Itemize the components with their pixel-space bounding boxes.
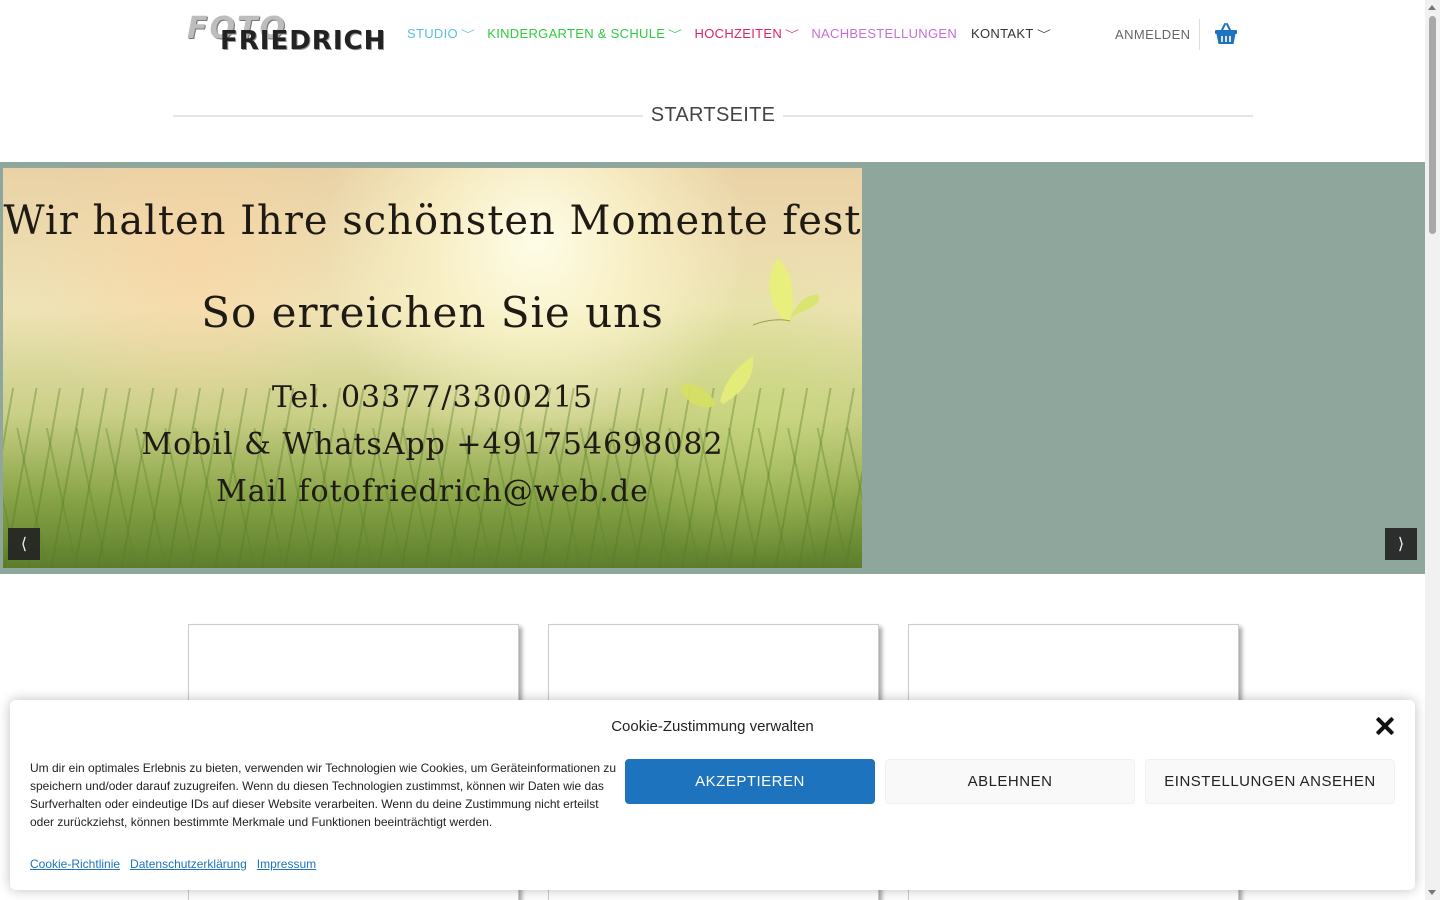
scrollbar-thumb[interactable]	[1429, 16, 1436, 234]
nav-label: KONTAKT	[971, 26, 1034, 41]
slide-mail: Mail fotofriedrich@web.de	[216, 474, 649, 509]
scroll-up-icon[interactable]	[1428, 5, 1436, 10]
cookie-policy-link[interactable]: Cookie-Richtlinie	[30, 857, 120, 871]
logo-line-2: FRIEDRICH	[220, 26, 387, 56]
nav-item-studio[interactable]: STUDIO ﹀	[407, 26, 476, 41]
title-divider-right	[783, 115, 1253, 117]
site-logo[interactable]: FOTO FRIEDRICH	[187, 14, 385, 56]
deny-button[interactable]: ABLEHNEN	[885, 759, 1135, 804]
site-header: FOTO FRIEDRICH STUDIO ﹀ KINDERGARTEN & S…	[0, 0, 1425, 70]
page-scrollbar[interactable]	[1425, 0, 1440, 900]
page: FOTO FRIEDRICH STUDIO ﹀ KINDERGARTEN & S…	[0, 0, 1440, 900]
chevron-down-icon: ﹀	[460, 30, 476, 41]
slide-image: Wir halten Ihre schönsten Momente fest S…	[3, 168, 862, 568]
chevron-right-icon: ⟩	[1397, 536, 1405, 553]
slide-phone: Tel. 03377/3300215	[271, 380, 594, 415]
slide-mobile: Mobil & WhatsApp +491754698082	[141, 427, 724, 462]
cart-button[interactable]	[1214, 22, 1238, 46]
nav-item-nachbestellungen[interactable]: NACHBESTELLUNGEN	[811, 26, 957, 41]
nav-label: STUDIO	[407, 26, 458, 41]
cookie-consent-dialog: Cookie-Zustimmung verwalten Um dir ein o…	[10, 700, 1415, 890]
chevron-down-icon: ﹀	[1036, 30, 1051, 41]
chevron-down-icon: ﹀	[668, 30, 683, 41]
accept-button[interactable]: AKZEPTIEREN	[625, 759, 875, 804]
header-divider	[1199, 19, 1200, 50]
nav-label: KINDERGARTEN & SCHULE	[487, 26, 666, 41]
hero-slider: Wir halten Ihre schönsten Momente fest S…	[0, 162, 1425, 574]
close-icon[interactable]	[1374, 715, 1396, 737]
nav-item-kontakt[interactable]: KONTAKT ﹀	[971, 26, 1051, 41]
slide-subheadline: So erreichen Sie uns	[201, 288, 664, 337]
page-title: STARTSEITE	[650, 104, 776, 126]
cookie-dialog-text: Um dir ein optimales Erlebnis zu bieten,…	[30, 761, 617, 829]
view-settings-button[interactable]: EINSTELLUNGEN ANSEHEN	[1145, 759, 1395, 804]
nav-label: NACHBESTELLUNGEN	[811, 26, 958, 41]
privacy-policy-link[interactable]: Datenschutzerklärung	[130, 857, 247, 871]
chevron-down-icon: ﹀	[784, 30, 800, 41]
nav-label: HOCHZEITEN	[694, 26, 783, 41]
nav-item-hochzeiten[interactable]: HOCHZEITEN ﹀	[694, 26, 800, 41]
login-link[interactable]: ANMELDEN	[1115, 27, 1190, 42]
main-nav: STUDIO ﹀ KINDERGARTEN & SCHULE ﹀ HOCHZEI…	[407, 26, 1051, 41]
basket-icon	[1215, 23, 1237, 44]
chevron-left-icon: ⟨	[20, 536, 28, 553]
imprint-link[interactable]: Impressum	[257, 857, 316, 871]
nav-item-kindergarten-schule[interactable]: KINDERGARTEN & SCHULE ﹀	[487, 26, 683, 41]
page-title-row: STARTSEITE	[173, 100, 1253, 132]
scroll-down-icon[interactable]	[1428, 890, 1436, 895]
slider-prev-button[interactable]: ⟨	[8, 528, 40, 560]
cookie-dialog-links: Cookie-Richtlinie Datenschutzerklärung I…	[30, 857, 316, 871]
cookie-dialog-title: Cookie-Zustimmung verwalten	[611, 718, 814, 735]
title-divider-left	[173, 115, 643, 117]
slider-next-button[interactable]: ⟩	[1385, 528, 1417, 560]
slide-headline: Wir halten Ihre schönsten Momente fest	[3, 198, 862, 244]
